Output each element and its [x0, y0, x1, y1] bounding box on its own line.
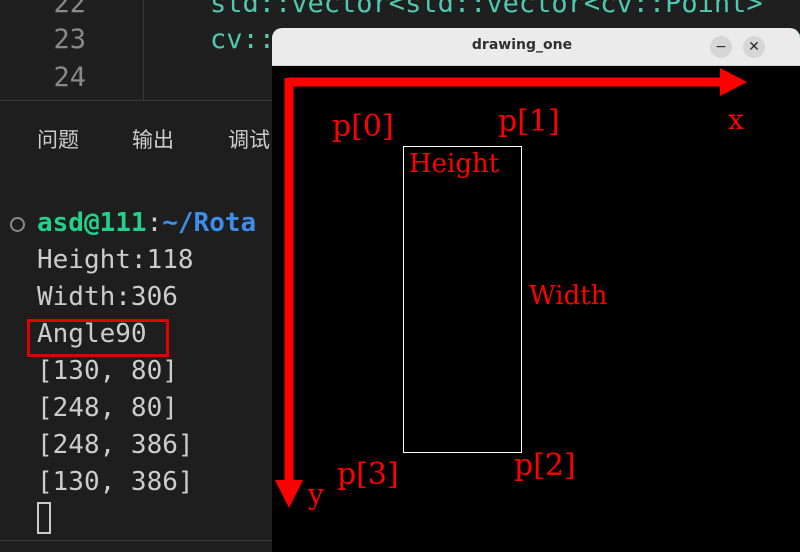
- window-titlebar[interactable]: drawing_one − ✕: [272, 28, 800, 66]
- x-axis-arrow-icon: [720, 68, 747, 96]
- line-number: 22: [53, 0, 86, 19]
- close-button[interactable]: ✕: [743, 36, 765, 58]
- terminal-output-line: [248, 80]: [37, 393, 178, 423]
- terminal-output-line: [130, 386]: [37, 467, 194, 497]
- terminal-prompt: asd@111:~/Rota: [37, 208, 256, 238]
- label-x-axis: x: [728, 103, 744, 136]
- code-line[interactable]: cv::: [210, 24, 275, 55]
- label-p3: p[3]: [337, 457, 399, 492]
- terminal-output-line: [130, 80]: [37, 356, 178, 386]
- y-axis-arrow-icon: [275, 480, 303, 508]
- minimize-button[interactable]: −: [710, 36, 732, 58]
- gutter-separator: [143, 0, 144, 100]
- desktop-screenshot: 22 23 24 std::vector<std::vector<cv::Poi…: [0, 0, 800, 552]
- drawing-canvas: p[0] p[1] p[2] p[3] Height Width x y: [275, 68, 747, 511]
- terminal-output-line: Width:306: [37, 282, 178, 312]
- label-width: Width: [529, 281, 608, 311]
- label-y-axis: y: [307, 478, 324, 511]
- code-line[interactable]: std::vector<std::vector<cv::Point>: [210, 0, 763, 19]
- terminal-output-line: Height:118: [37, 245, 194, 275]
- terminal-output-line: [248, 386]: [37, 430, 194, 460]
- terminal-cursor: [37, 502, 51, 534]
- tab-problems[interactable]: 问题: [37, 124, 79, 154]
- prompt-path: ~/Rota: [162, 208, 257, 238]
- window-title: drawing_one: [471, 37, 573, 53]
- drawing-window[interactable]: drawing_one − ✕ p[0] p[1] p[2] p[3] Heig…: [272, 28, 800, 552]
- label-p1: p[1]: [498, 104, 560, 139]
- angle-highlight-box: [27, 319, 169, 357]
- label-p0: p[0]: [332, 109, 394, 144]
- line-number: 24: [53, 62, 86, 93]
- label-p2: p[2]: [514, 448, 576, 483]
- prompt-status-icon: [10, 217, 25, 232]
- prompt-user: asd@111: [37, 208, 147, 238]
- tab-debug-console[interactable]: 调试: [228, 124, 270, 154]
- tab-output[interactable]: 输出: [132, 124, 174, 154]
- line-number: 23: [53, 24, 86, 55]
- prompt-separator: :: [146, 208, 163, 238]
- label-height: Height: [409, 149, 500, 179]
- rotated-rectangle: [403, 146, 522, 453]
